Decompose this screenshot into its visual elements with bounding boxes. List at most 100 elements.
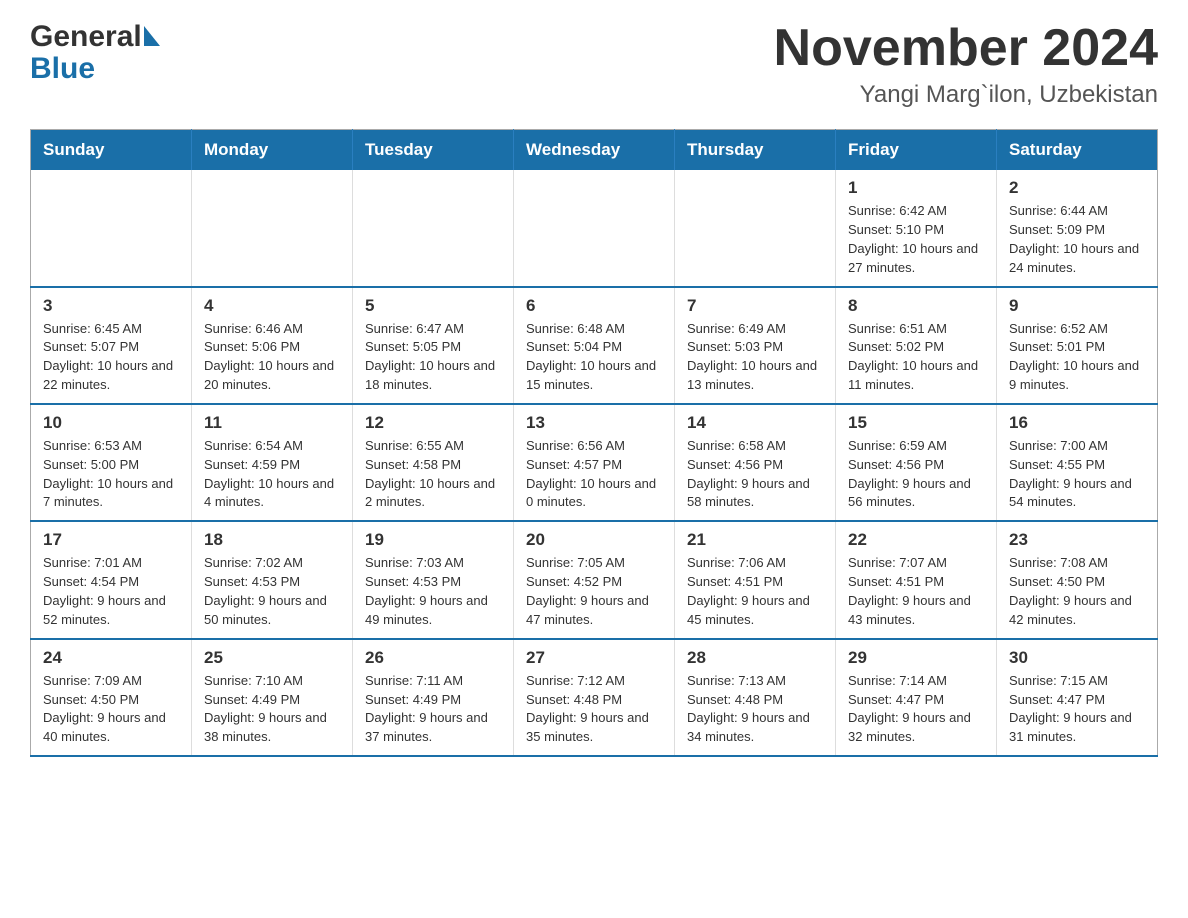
day-number: 5 [365,296,501,316]
day-sun-info: Sunrise: 6:44 AM Sunset: 5:09 PM Dayligh… [1009,202,1145,277]
weekday-header-wednesday: Wednesday [514,130,675,171]
location-subtitle: Yangi Marg`ilon, Uzbekistan [774,81,1158,109]
day-number: 8 [848,296,984,316]
calendar-cell: 18 Sunrise: 7:02 AM Sunset: 4:53 PM Dayli… [192,521,353,638]
day-sun-info: Sunrise: 6:56 AM Sunset: 4:57 PM Dayligh… [526,437,662,512]
calendar-cell: 26 Sunrise: 7:11 AM Sunset: 4:49 PM Dayli… [353,639,514,756]
weekday-header-saturday: Saturday [997,130,1158,171]
day-number: 1 [848,178,984,198]
day-sun-info: Sunrise: 6:55 AM Sunset: 4:58 PM Dayligh… [365,437,501,512]
day-sun-info: Sunrise: 7:06 AM Sunset: 4:51 PM Dayligh… [687,554,823,629]
weekday-header-monday: Monday [192,130,353,171]
day-number: 10 [43,413,179,433]
calendar-week-row: 10 Sunrise: 6:53 AM Sunset: 5:00 PM Dayli… [31,404,1158,521]
day-number: 18 [204,530,340,550]
day-number: 14 [687,413,823,433]
calendar-cell: 5 Sunrise: 6:47 AM Sunset: 5:05 PM Daylig… [353,287,514,404]
day-number: 12 [365,413,501,433]
day-number: 21 [687,530,823,550]
day-sun-info: Sunrise: 7:09 AM Sunset: 4:50 PM Dayligh… [43,672,179,747]
day-number: 22 [848,530,984,550]
calendar-cell: 23 Sunrise: 7:08 AM Sunset: 4:50 PM Dayli… [997,521,1158,638]
day-sun-info: Sunrise: 7:08 AM Sunset: 4:50 PM Dayligh… [1009,554,1145,629]
day-sun-info: Sunrise: 7:11 AM Sunset: 4:49 PM Dayligh… [365,672,501,747]
day-sun-info: Sunrise: 6:51 AM Sunset: 5:02 PM Dayligh… [848,320,984,395]
calendar-cell: 21 Sunrise: 7:06 AM Sunset: 4:51 PM Dayli… [675,521,836,638]
calendar-cell: 27 Sunrise: 7:12 AM Sunset: 4:48 PM Dayli… [514,639,675,756]
day-number: 7 [687,296,823,316]
day-sun-info: Sunrise: 7:05 AM Sunset: 4:52 PM Dayligh… [526,554,662,629]
day-sun-info: Sunrise: 6:54 AM Sunset: 4:59 PM Dayligh… [204,437,340,512]
day-number: 24 [43,648,179,668]
day-number: 4 [204,296,340,316]
day-number: 23 [1009,530,1145,550]
calendar-cell: 28Sunrise: 7:13 AM Sunset: 4:48 PM Dayli… [675,639,836,756]
weekday-header-tuesday: Tuesday [353,130,514,171]
calendar-cell: 16 Sunrise: 7:00 AM Sunset: 4:55 PM Dayli… [997,404,1158,521]
calendar-cell: 12 Sunrise: 6:55 AM Sunset: 4:58 PM Dayli… [353,404,514,521]
calendar-cell: 14Sunrise: 6:58 AM Sunset: 4:56 PM Dayli… [675,404,836,521]
day-number: 25 [204,648,340,668]
day-number: 19 [365,530,501,550]
calendar-cell: 25Sunrise: 7:10 AM Sunset: 4:49 PM Dayli… [192,639,353,756]
day-number: 16 [1009,413,1145,433]
day-number: 28 [687,648,823,668]
calendar-cell: 20 Sunrise: 7:05 AM Sunset: 4:52 PM Dayli… [514,521,675,638]
calendar-cell [675,170,836,286]
weekday-header-sunday: Sunday [31,130,192,171]
calendar-cell: 6 Sunrise: 6:48 AM Sunset: 5:04 PM Daylig… [514,287,675,404]
calendar-cell: 19Sunrise: 7:03 AM Sunset: 4:53 PM Dayli… [353,521,514,638]
calendar-cell: 15 Sunrise: 6:59 AM Sunset: 4:56 PM Dayli… [836,404,997,521]
calendar-cell: 13 Sunrise: 6:56 AM Sunset: 4:57 PM Dayli… [514,404,675,521]
day-number: 29 [848,648,984,668]
calendar-cell: 22 Sunrise: 7:07 AM Sunset: 4:51 PM Dayli… [836,521,997,638]
day-number: 17 [43,530,179,550]
day-number: 6 [526,296,662,316]
calendar-table: SundayMondayTuesdayWednesdayThursdayFrid… [30,129,1158,757]
calendar-cell: 9Sunrise: 6:52 AM Sunset: 5:01 PM Daylig… [997,287,1158,404]
day-number: 15 [848,413,984,433]
calendar-cell [192,170,353,286]
day-sun-info: Sunrise: 6:42 AM Sunset: 5:10 PM Dayligh… [848,202,984,277]
day-number: 11 [204,413,340,433]
calendar-header-row: SundayMondayTuesdayWednesdayThursdayFrid… [31,130,1158,171]
day-sun-info: Sunrise: 6:47 AM Sunset: 5:05 PM Dayligh… [365,320,501,395]
day-sun-info: Sunrise: 7:15 AM Sunset: 4:47 PM Dayligh… [1009,672,1145,747]
day-number: 20 [526,530,662,550]
logo-general-text: General [30,20,142,54]
calendar-cell [514,170,675,286]
day-sun-info: Sunrise: 6:53 AM Sunset: 5:00 PM Dayligh… [43,437,179,512]
day-sun-info: Sunrise: 6:59 AM Sunset: 4:56 PM Dayligh… [848,437,984,512]
day-sun-info: Sunrise: 6:45 AM Sunset: 5:07 PM Dayligh… [43,320,179,395]
day-number: 2 [1009,178,1145,198]
calendar-cell: 30 Sunrise: 7:15 AM Sunset: 4:47 PM Dayli… [997,639,1158,756]
day-sun-info: Sunrise: 7:12 AM Sunset: 4:48 PM Dayligh… [526,672,662,747]
calendar-cell [353,170,514,286]
day-number: 27 [526,648,662,668]
calendar-cell [31,170,192,286]
day-number: 26 [365,648,501,668]
day-sun-info: Sunrise: 7:14 AM Sunset: 4:47 PM Dayligh… [848,672,984,747]
day-sun-info: Sunrise: 7:01 AM Sunset: 4:54 PM Dayligh… [43,554,179,629]
title-section: November 2024 Yangi Marg`ilon, Uzbekista… [774,20,1158,109]
calendar-cell: 17 Sunrise: 7:01 AM Sunset: 4:54 PM Dayli… [31,521,192,638]
page-header: General Blue November 2024 Yangi Marg`il… [30,20,1158,109]
calendar-week-row: 24 Sunrise: 7:09 AM Sunset: 4:50 PM Dayli… [31,639,1158,756]
calendar-cell: 3Sunrise: 6:45 AM Sunset: 5:07 PM Daylig… [31,287,192,404]
calendar-cell: 24 Sunrise: 7:09 AM Sunset: 4:50 PM Dayli… [31,639,192,756]
day-sun-info: Sunrise: 7:00 AM Sunset: 4:55 PM Dayligh… [1009,437,1145,512]
logo: General Blue [30,20,160,84]
logo-blue-text: Blue [30,54,160,84]
day-sun-info: Sunrise: 7:02 AM Sunset: 4:53 PM Dayligh… [204,554,340,629]
calendar-cell: 2 Sunrise: 6:44 AM Sunset: 5:09 PM Daylig… [997,170,1158,286]
day-sun-info: Sunrise: 6:48 AM Sunset: 5:04 PM Dayligh… [526,320,662,395]
day-number: 13 [526,413,662,433]
day-sun-info: Sunrise: 7:07 AM Sunset: 4:51 PM Dayligh… [848,554,984,629]
calendar-week-row: 3Sunrise: 6:45 AM Sunset: 5:07 PM Daylig… [31,287,1158,404]
logo-triangle-icon [144,26,160,46]
calendar-cell: 11 Sunrise: 6:54 AM Sunset: 4:59 PM Dayli… [192,404,353,521]
calendar-cell: 29 Sunrise: 7:14 AM Sunset: 4:47 PM Dayli… [836,639,997,756]
weekday-header-thursday: Thursday [675,130,836,171]
calendar-cell: 1 Sunrise: 6:42 AM Sunset: 5:10 PM Daylig… [836,170,997,286]
day-number: 30 [1009,648,1145,668]
